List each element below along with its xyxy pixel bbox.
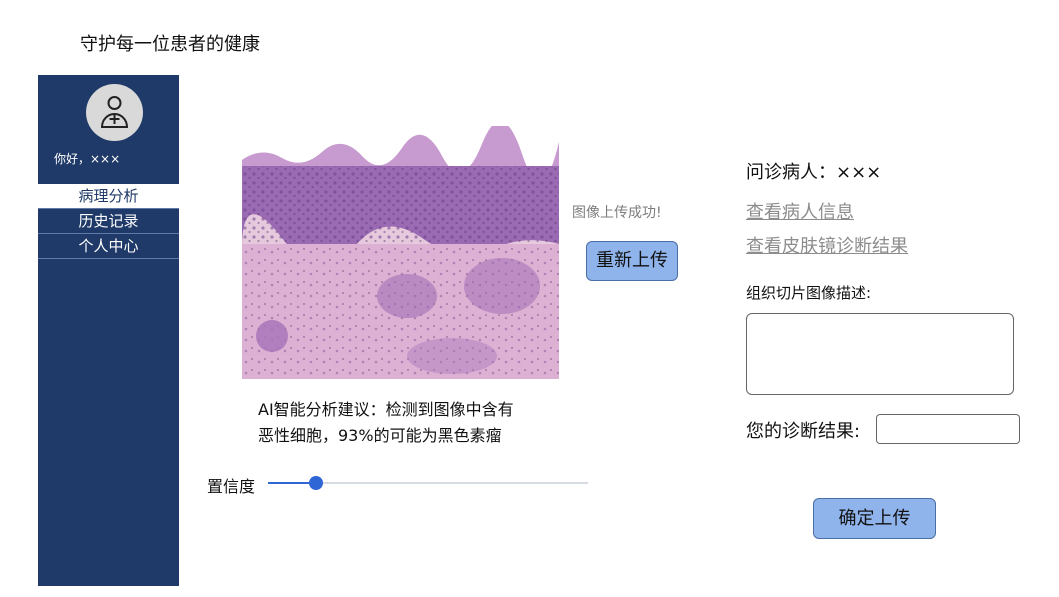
patient-name: 问诊病人：××× — [746, 162, 882, 183]
sidebar-item-pathology[interactable]: 病理分析 — [38, 184, 179, 209]
ai-suggestion: AI智能分析建议：检测到图像中含有 恶性细胞，93%的可能为黑色素瘤 — [258, 397, 578, 449]
slider-knob[interactable] — [309, 476, 323, 490]
confirm-upload-button[interactable]: 确定上传 — [813, 498, 936, 539]
sidebar-item-history[interactable]: 历史记录 — [38, 209, 179, 234]
user-greeting: 你好，××× — [54, 152, 121, 166]
view-dermoscopy-result-link[interactable]: 查看皮肤镜诊断结果 — [746, 232, 908, 258]
sidebar-item-profile[interactable]: 个人中心 — [38, 234, 179, 259]
user-add-icon — [100, 96, 129, 128]
ai-suggestion-line: 恶性细胞，93%的可能为黑色素瘤 — [258, 426, 502, 445]
view-patient-info-link[interactable]: 查看病人信息 — [746, 198, 854, 224]
description-input[interactable] — [746, 313, 1014, 395]
avatar[interactable] — [86, 84, 143, 141]
confidence-slider[interactable] — [268, 476, 590, 490]
description-label: 组织切片图像描述: — [746, 284, 872, 302]
reupload-button[interactable]: 重新上传 — [586, 241, 678, 281]
diagnosis-label: 您的诊断结果: — [746, 421, 861, 442]
ai-suggestion-line: AI智能分析建议：检测到图像中含有 — [258, 400, 514, 419]
confidence-label: 置信度 — [207, 477, 256, 496]
upload-status: 图像上传成功! — [572, 205, 662, 221]
sidebar: 你好，××× 病理分析 历史记录 个人中心 — [38, 75, 179, 586]
app-title: 守护每一位患者的健康 — [80, 34, 260, 55]
diagnosis-input[interactable] — [876, 414, 1020, 444]
tissue-slide-image — [242, 126, 559, 379]
